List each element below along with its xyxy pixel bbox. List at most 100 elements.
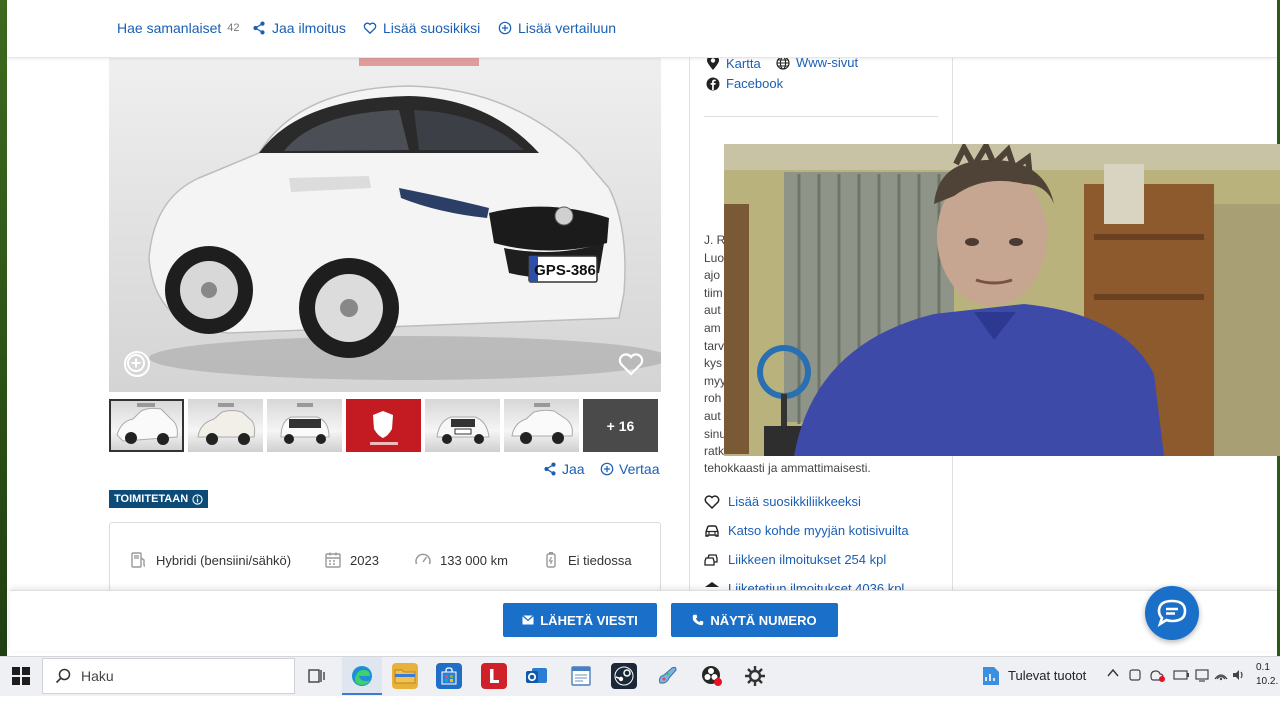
facebook-link[interactable]: Facebook	[706, 76, 783, 91]
notes-app-button[interactable]	[568, 663, 594, 689]
show-number-button[interactable]: NÄYTÄ NUMERO	[671, 603, 838, 637]
thumbnail[interactable]	[109, 399, 184, 452]
start-button[interactable]	[12, 667, 30, 690]
facebook-icon	[706, 77, 720, 90]
taskbar-search[interactable]: Haku	[42, 658, 295, 694]
similar-listings-link[interactable]: Hae samanlaiset 42	[117, 20, 240, 36]
calendar-icon	[325, 552, 341, 568]
obs-app-button[interactable]	[699, 663, 725, 689]
tray-overflow-chevron[interactable]	[1107, 667, 1119, 681]
building-icon	[705, 582, 719, 587]
gallery-compare-link[interactable]: Vertaa	[600, 461, 659, 477]
car-thumbnail-image	[197, 403, 256, 445]
share-icon	[544, 462, 556, 476]
news-widget-label[interactable]: Tulevat tuotot	[1008, 668, 1086, 683]
thumbnail[interactable]	[425, 399, 500, 452]
car-thumbnail-image	[436, 416, 490, 444]
thumbnail[interactable]	[504, 399, 579, 452]
task-view-button[interactable]	[308, 668, 326, 689]
gear-icon	[745, 666, 765, 686]
spec-year-value: 2023	[350, 552, 379, 568]
chain-listings-link[interactable]: Liiketetjun ilmoitukset 4036 kpl	[704, 581, 904, 590]
thumbnail[interactable]	[188, 399, 263, 452]
seller-site-link[interactable]: Katso kohde myyjän kotisivuilta	[704, 523, 909, 538]
spec-drive-value: Ei tiedossa	[568, 552, 632, 568]
webcam-video-frame	[724, 144, 1280, 456]
share-listing-label: Jaa ilmoitus	[272, 20, 346, 36]
photo-thumbnails: + 16	[109, 399, 658, 452]
column-divider	[689, 58, 690, 598]
document-chart-icon	[983, 667, 999, 685]
plus-circle-icon	[498, 21, 512, 35]
spec-fuel-value: Hybridi (bensiini/sähkö)	[156, 552, 292, 568]
edge-app-button[interactable]	[349, 663, 375, 689]
settings-app-button[interactable]	[742, 663, 768, 689]
listing-action-bar: Hae samanlaiset 42 Jaa ilmoitus Lisää suo…	[7, 0, 1277, 58]
windows-taskbar: Haku Tulevat tuotot 0.1 10.2.	[0, 656, 1280, 696]
shield-logo-thumbnail	[370, 411, 398, 445]
thumbnail[interactable]	[267, 399, 342, 452]
share-listing-link[interactable]: Jaa ilmoitus	[252, 20, 346, 36]
windows-logo-icon	[12, 667, 30, 685]
add-favorite-shop-label: Lisää suosikkiliikkeeksi	[728, 494, 861, 509]
main-car-photo[interactable]: GPS-386	[109, 58, 661, 392]
store-bag-icon	[441, 667, 457, 685]
seller-site-label: Katso kohde myyjän kotisivuilta	[728, 523, 909, 538]
cars-icon	[704, 554, 718, 566]
car-illustration: GPS-386	[109, 58, 661, 392]
heart-icon	[618, 353, 644, 376]
more-photos-button[interactable]: + 16	[583, 399, 658, 452]
phone-icon	[693, 614, 704, 626]
task-view-icon	[308, 669, 325, 683]
description-last-line: tehokkaasti ja ammattimaisesti.	[704, 461, 871, 475]
add-compare-link[interactable]: Lisää vertailuun	[498, 20, 616, 36]
shop-listings-link[interactable]: Liikkeen ilmoitukset 254 kpl	[704, 552, 886, 567]
edge-browser-icon	[352, 666, 372, 686]
contact-bar: LÄHETÄ VIESTI NÄYTÄ NUMERO	[10, 590, 1277, 651]
spec-fuel: Hybridi (bensiini/sähkö)	[130, 551, 291, 569]
paint-app-button[interactable]	[655, 663, 681, 689]
outlook-app-button[interactable]	[524, 663, 550, 689]
l-app-button[interactable]	[481, 663, 507, 689]
steam-app-button[interactable]	[611, 663, 637, 689]
taskbar-search-placeholder: Haku	[81, 668, 114, 684]
screen: Hae samanlaiset 42 Jaa ilmoitus Lisää suo…	[0, 0, 1280, 720]
car-thumbnail-image	[280, 403, 330, 444]
speedometer-icon	[415, 553, 431, 565]
thumbnail[interactable]	[346, 399, 421, 452]
notepad-icon	[571, 666, 591, 686]
fuel-pump-icon	[131, 552, 146, 568]
paint-brush-icon	[659, 666, 677, 684]
spec-drive: Ei tiedossa	[542, 551, 632, 569]
similar-listings-count: 42	[227, 22, 240, 34]
seller-divider	[704, 116, 938, 117]
screen-bottom-margin	[0, 696, 1280, 720]
store-app-button[interactable]	[436, 663, 462, 689]
battery-icon	[546, 552, 556, 568]
similar-listings-label: Hae samanlaiset	[117, 20, 222, 36]
car-thumbnail-image	[511, 403, 573, 444]
chat-button[interactable]	[1145, 586, 1199, 640]
webcam-overlay	[724, 144, 1280, 456]
tray-icons	[1129, 667, 1245, 686]
system-tray-icons	[1129, 669, 1243, 682]
plus-circle-icon	[127, 354, 145, 372]
file-explorer-button[interactable]	[392, 663, 418, 689]
gallery-share-label: Jaa	[562, 461, 585, 477]
send-message-button[interactable]: LÄHETÄ VIESTI	[503, 603, 657, 637]
gallery-share-link[interactable]: Jaa	[543, 461, 585, 477]
zoom-photo-button[interactable]	[124, 351, 150, 377]
recording-app-icon	[702, 666, 722, 686]
heart-icon	[704, 495, 720, 509]
add-favorite-link[interactable]: Lisää suosikiksi	[363, 20, 480, 36]
news-widget-icon-wrap[interactable]	[982, 666, 1000, 691]
taskbar-clock[interactable]: 0.1 10.2.	[1256, 661, 1278, 689]
delivery-badge[interactable]: TOIMITETAAN	[109, 490, 209, 508]
chevron-up-icon	[1107, 668, 1119, 677]
spec-mileage: 133 000 km	[414, 551, 508, 569]
letter-l-icon	[490, 669, 499, 683]
add-favorite-shop-link[interactable]: Lisää suosikkiliikkeeksi	[704, 494, 861, 509]
info-icon	[192, 493, 203, 505]
send-message-label: LÄHETÄ VIESTI	[540, 612, 638, 628]
gallery-compare-label: Vertaa	[619, 461, 660, 477]
